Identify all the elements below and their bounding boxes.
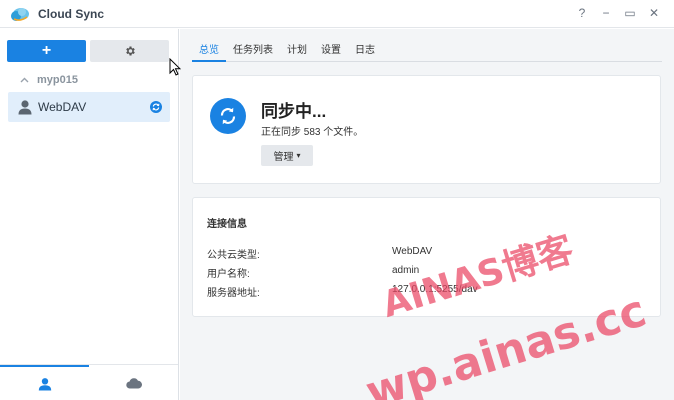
user-icon [38,378,51,391]
info-value: 127.0.0.1:5255/dav [392,284,478,295]
manage-label: 管理 [273,152,294,163]
tab-log[interactable]: 日志 [348,35,382,62]
info-value: WebDAV [392,246,433,257]
sidebar: + myp015 WebDAV [0,29,179,400]
chevron-up-icon [20,77,29,83]
status-card: 同步中... 正在同步 583 个文件。 管理 ▾ [192,75,661,184]
info-value: admin [392,265,420,276]
connection-label: WebDAV [38,100,87,114]
add-connection-button[interactable]: + [7,40,86,62]
group-name: myp015 [37,74,78,86]
cloud-sync-logo-icon [11,8,29,21]
tab-bar: 总览 任务列表 计划 设置 日志 [192,35,662,62]
maximize-button[interactable]: ▭ [622,4,638,22]
user-icon [18,100,32,115]
connection-info-card: 连接信息 公共云类型: WebDAV 用户名称: admin 服务器地址: 12… [192,197,661,317]
close-button[interactable]: ✕ [646,4,662,22]
connection-item-webdav[interactable]: WebDAV [8,92,170,122]
tab-settings[interactable]: 设置 [314,35,348,62]
manage-button[interactable]: 管理 ▾ [261,145,313,166]
info-key: 公共云类型: [207,250,260,261]
info-key: 服务器地址: [207,288,260,299]
status-title: 同步中... [261,102,327,121]
mouse-cursor-icon [169,58,181,76]
syncing-status-icon [210,98,246,134]
tab-user-connections[interactable] [0,365,89,400]
sidebar-bottom-tabs [0,364,178,400]
status-subtitle: 正在同步 583 个文件。 [261,127,364,138]
connection-group-header[interactable]: myp015 [20,72,78,88]
window-controls: ? − ▭ ✕ [574,4,662,22]
gear-icon [125,46,135,56]
tab-schedule[interactable]: 计划 [280,35,314,62]
help-button[interactable]: ? [574,4,590,22]
tab-task-list[interactable]: 任务列表 [226,35,280,62]
plus-icon: + [41,42,52,59]
minimize-button[interactable]: − [598,4,614,22]
caret-down-icon: ▾ [296,151,301,160]
title-bar: Cloud Sync ? − ▭ ✕ [0,0,674,28]
main-panel: 总览 任务列表 计划 设置 日志 同步中... 正在同步 583 个文件。 管理… [180,29,674,400]
cloud-icon [125,378,142,389]
tab-overview[interactable]: 总览 [192,35,226,62]
info-key: 用户名称: [207,269,250,280]
app-title: Cloud Sync [38,7,105,21]
connection-info-title: 连接信息 [207,219,247,230]
settings-button[interactable] [90,40,169,62]
tab-cloud[interactable] [89,365,178,400]
sync-icon [150,101,162,113]
